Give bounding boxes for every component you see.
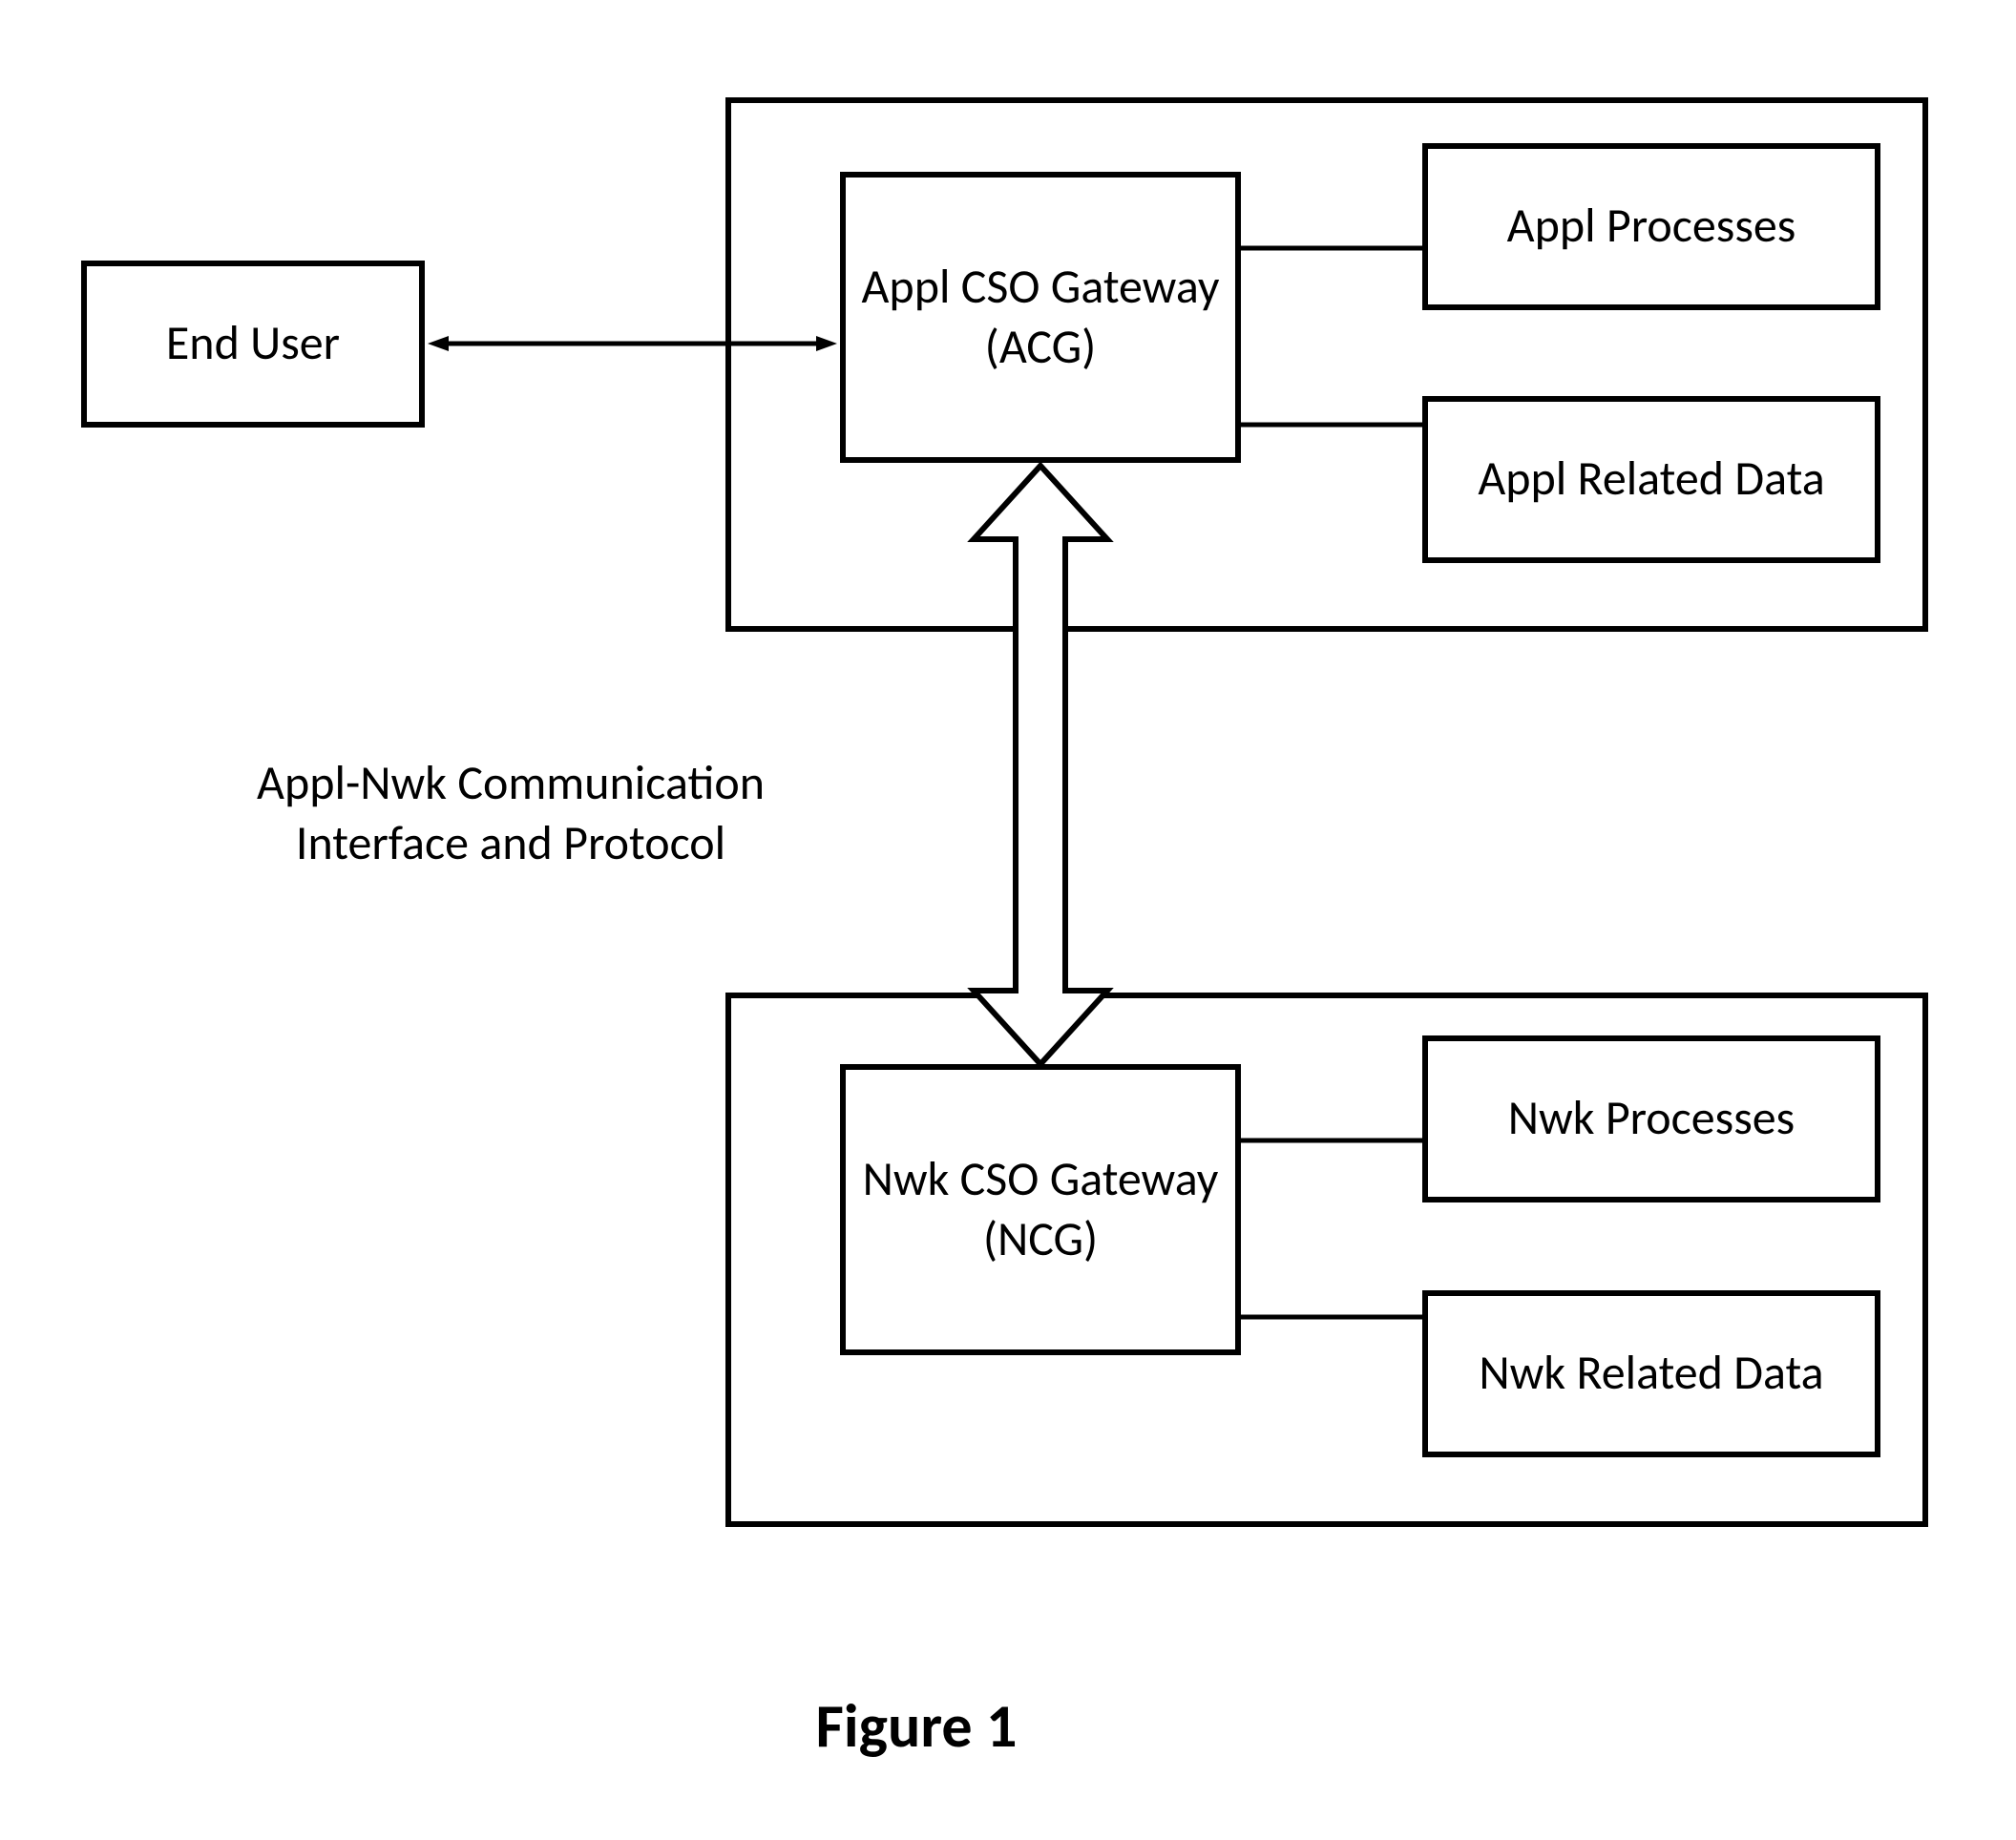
figure-caption: Figure 1 — [725, 1689, 1107, 1764]
ncg-box: Nwk CSO Gateway (NCG) — [840, 1064, 1241, 1355]
appl-related-data-box: Appl Related Data — [1422, 396, 1880, 563]
end-user-box: End User — [81, 261, 425, 428]
appl-processes-box: Appl Processes — [1422, 143, 1880, 310]
appl-related-data-label: Appl Related Data — [1478, 450, 1824, 510]
ncg-label: Nwk CSO Gateway (NCG) — [853, 1150, 1228, 1269]
interface-label: Appl-Nwk Communication Interface and Pro… — [215, 754, 807, 873]
interface-label-line2: Interface and Protocol — [215, 814, 807, 874]
diagram-canvas: End User Appl CSO Gateway (ACG) Appl Pro… — [0, 0, 2016, 1840]
end-user-label: End User — [166, 314, 340, 374]
acg-label: Appl CSO Gateway (ACG) — [853, 258, 1228, 377]
appl-processes-label: Appl Processes — [1507, 197, 1796, 257]
interface-label-line1: Appl-Nwk Communication — [215, 754, 807, 814]
nwk-related-data-label: Nwk Related Data — [1479, 1344, 1823, 1404]
nwk-processes-label: Nwk Processes — [1508, 1089, 1795, 1149]
nwk-processes-box: Nwk Processes — [1422, 1035, 1880, 1202]
nwk-related-data-box: Nwk Related Data — [1422, 1290, 1880, 1457]
figure-caption-text: Figure 1 — [816, 1689, 1018, 1764]
acg-box: Appl CSO Gateway (ACG) — [840, 172, 1241, 463]
